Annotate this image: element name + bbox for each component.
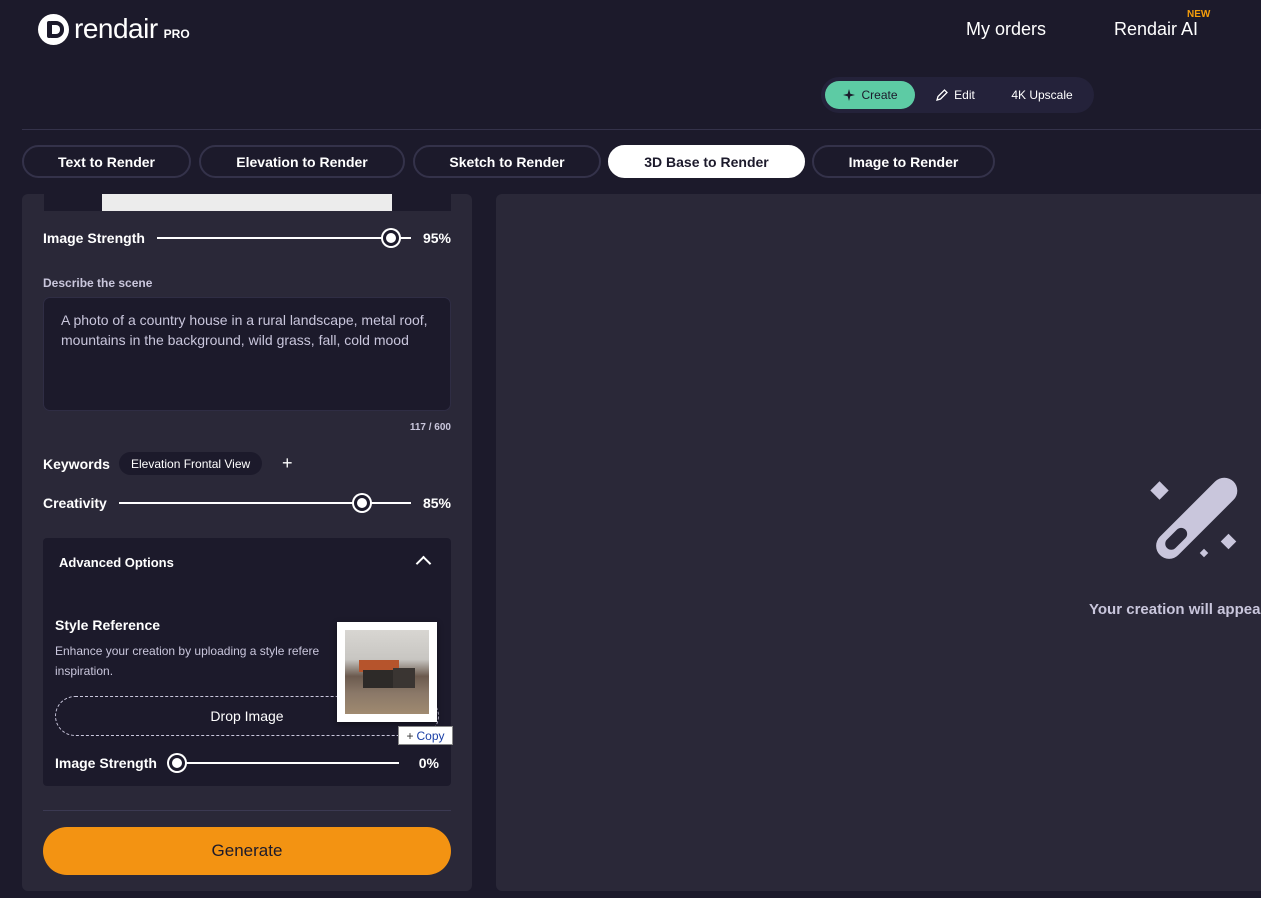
creativity-handle[interactable] bbox=[354, 495, 370, 511]
house-body bbox=[363, 670, 393, 688]
image-strength-label: Image Strength bbox=[43, 230, 145, 246]
char-counter: 117 / 600 bbox=[409, 422, 451, 433]
style-desc-line-2: inspiration. bbox=[55, 664, 114, 678]
mode-switch: Create Edit 4K Upscale bbox=[821, 77, 1094, 113]
image-strength-handle[interactable] bbox=[383, 230, 399, 246]
upscale-button[interactable]: 4K Upscale bbox=[1001, 81, 1083, 109]
tab-image-to-render[interactable]: Image to Render bbox=[812, 145, 995, 178]
house-wing bbox=[393, 668, 415, 688]
style-desc-line-1: Enhance your creation by uploading a sty… bbox=[55, 644, 320, 658]
brand-suffix: PRO bbox=[163, 26, 190, 41]
pencil-icon bbox=[936, 89, 949, 101]
upscale-label: 4K Upscale bbox=[1011, 88, 1073, 102]
house-photo bbox=[345, 630, 429, 714]
style-reference-title: Style Reference bbox=[55, 617, 161, 633]
edit-button[interactable]: Edit bbox=[925, 81, 985, 109]
logo-icon bbox=[38, 13, 69, 45]
creativity-value: 85% bbox=[422, 495, 451, 511]
keyword-chip[interactable]: Elevation Frontal View bbox=[119, 452, 263, 475]
tab-elevation-to-render[interactable]: Elevation to Render bbox=[199, 145, 405, 178]
generate-button[interactable]: Generate bbox=[43, 827, 451, 875]
style-strength-value: 0% bbox=[418, 755, 439, 771]
tab-text-to-render[interactable]: Text to Render bbox=[22, 145, 191, 178]
brand-name: rendair bbox=[74, 13, 158, 44]
style-reference-desc: Enhance your creation by uploading a sty… bbox=[55, 641, 345, 681]
header-divider bbox=[22, 129, 1261, 130]
dragged-image[interactable] bbox=[337, 622, 437, 722]
chevron-up-icon[interactable] bbox=[415, 555, 432, 572]
creativity-label: Creativity bbox=[43, 495, 107, 511]
add-keyword-icon[interactable]: + bbox=[282, 453, 293, 473]
tab-3d-base-to-render[interactable]: 3D Base to Render bbox=[608, 145, 805, 178]
settings-panel: Image Strength 95% Describe the scene A … bbox=[22, 194, 472, 891]
empty-state-text: Your creation will appear bbox=[1089, 601, 1261, 618]
style-strength-label: Image Strength bbox=[55, 755, 157, 771]
base-image-preview bbox=[44, 194, 451, 211]
sparkle-icon bbox=[843, 89, 856, 101]
base-image bbox=[102, 194, 392, 211]
image-strength-slider[interactable] bbox=[157, 237, 411, 239]
advanced-options-title[interactable]: Advanced Options bbox=[59, 555, 174, 570]
image-strength-value: 95% bbox=[422, 230, 451, 246]
nav-rendair-ai[interactable]: Rendair AI bbox=[1114, 19, 1198, 40]
output-panel: Your creation will appear bbox=[496, 194, 1261, 891]
tab-sketch-to-render[interactable]: Sketch to Render bbox=[413, 145, 601, 178]
style-strength-handle[interactable] bbox=[169, 755, 185, 771]
plus-icon: + bbox=[406, 728, 414, 743]
keywords-label: Keywords bbox=[43, 456, 110, 472]
new-badge: NEW bbox=[1187, 9, 1211, 20]
copy-label: Copy bbox=[416, 728, 445, 743]
magic-wand-icon bbox=[1150, 477, 1238, 559]
generate-divider bbox=[43, 810, 451, 811]
top-bar: rendair PRO My orders Rendair AI NEW bbox=[0, 0, 1261, 60]
brand-logo[interactable]: rendair PRO bbox=[38, 13, 190, 45]
nav-my-orders[interactable]: My orders bbox=[966, 19, 1046, 40]
edit-label: Edit bbox=[954, 88, 975, 102]
create-button[interactable]: Create bbox=[825, 81, 915, 109]
scene-textarea[interactable]: A photo of a country house in a rural la… bbox=[43, 297, 451, 411]
style-strength-slider[interactable] bbox=[173, 762, 399, 764]
drag-copy-tooltip: + Copy bbox=[398, 726, 453, 745]
create-label: Create bbox=[861, 88, 898, 102]
scene-label: Describe the scene bbox=[43, 276, 153, 290]
